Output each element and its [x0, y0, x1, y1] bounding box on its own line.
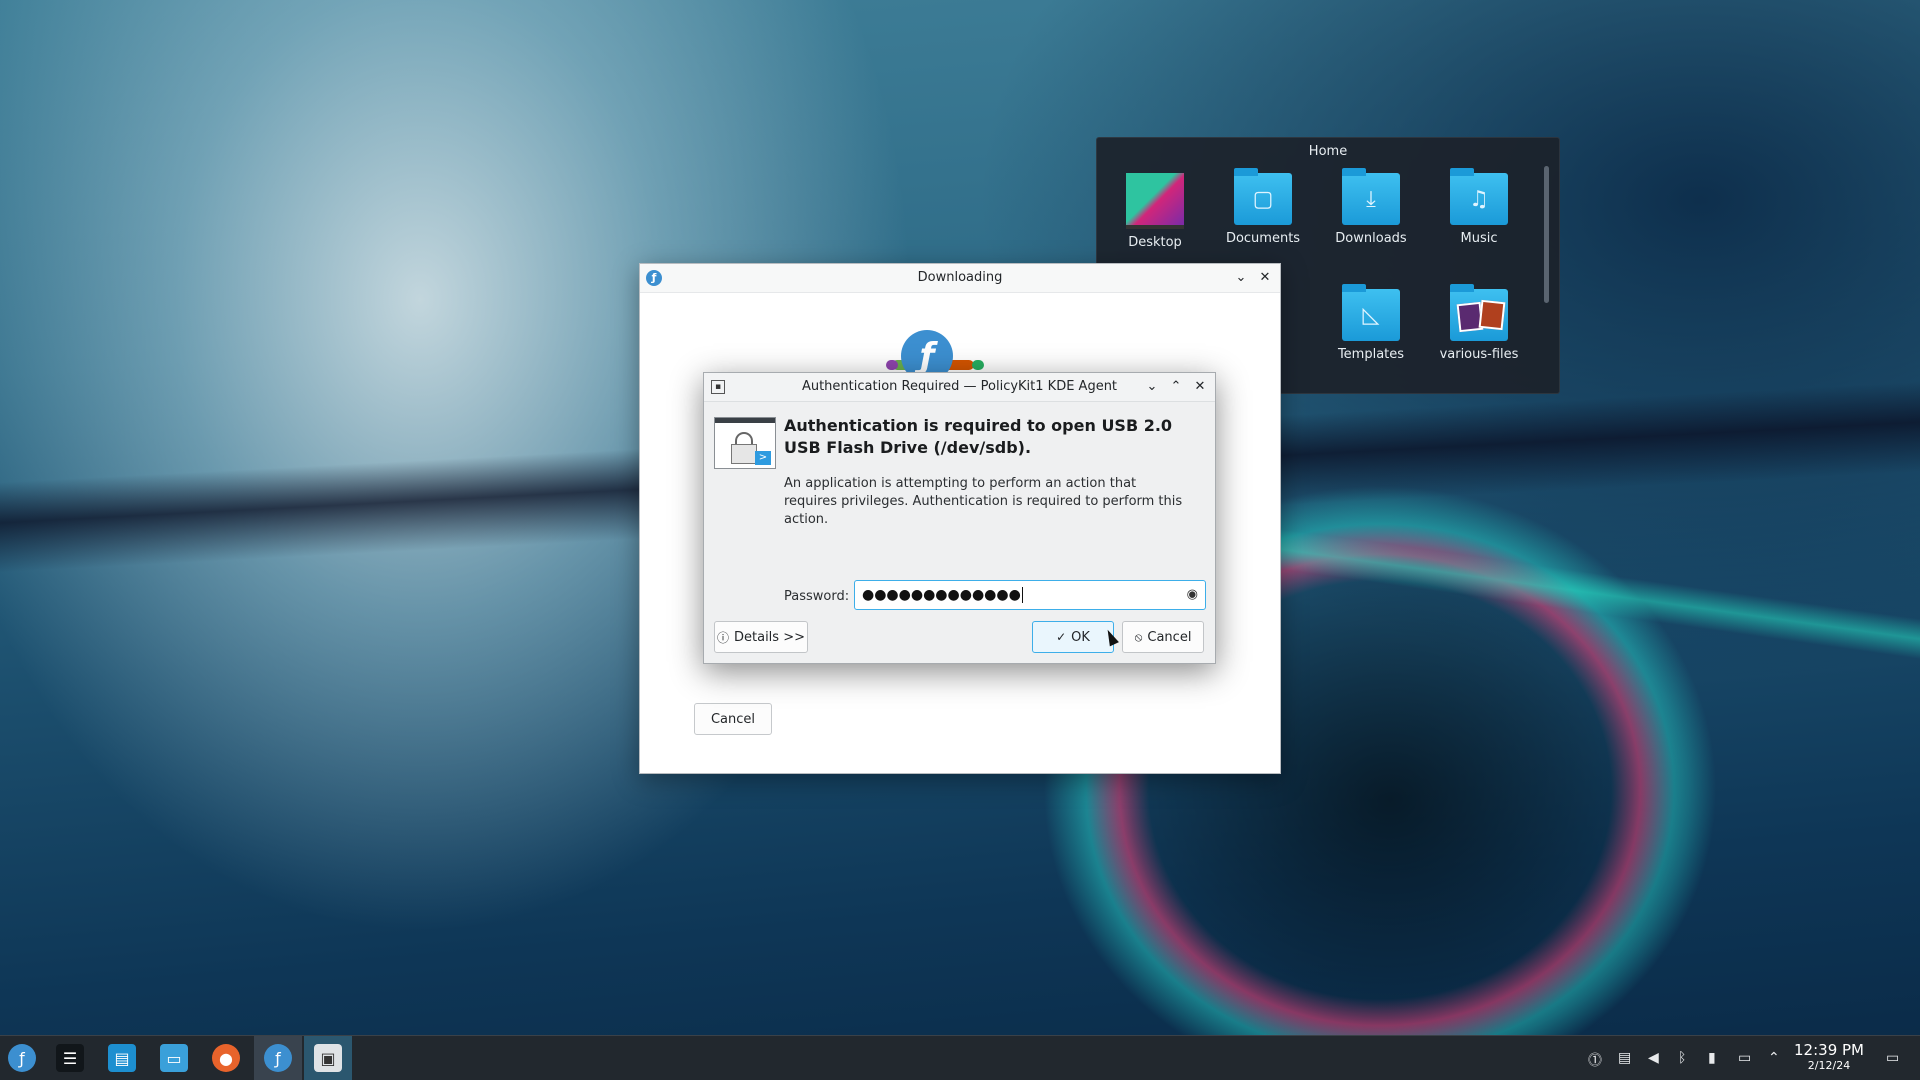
volume-icon[interactable]: ◀	[1648, 1050, 1659, 1066]
network-icon[interactable]: ▭	[1738, 1050, 1751, 1066]
folder-widget-scrollbar[interactable]	[1544, 166, 1549, 303]
window-title: Downloading	[917, 270, 1003, 285]
folder-label: various-files	[1439, 347, 1519, 362]
folder-downloads[interactable]: ⤓ Downloads	[1317, 168, 1425, 246]
close-icon[interactable]: ✕	[1256, 269, 1274, 287]
cancel-label: Cancel	[1147, 629, 1192, 645]
tray-expand-chevron-icon[interactable]: ⌃	[1768, 1050, 1780, 1066]
auth-dialog-title: Authentication Required — PolicyKit1 KDE…	[801, 379, 1118, 394]
ok-label: OK	[1071, 629, 1090, 645]
logo-bar-green-right	[972, 360, 984, 370]
close-icon[interactable]: ✕	[1191, 378, 1209, 396]
downloading-titlebar[interactable]: ƒ Downloading ⌄ ✕	[640, 264, 1280, 293]
auth-dialog[interactable]: ▪ Authentication Required — PolicyKit1 K…	[703, 372, 1216, 664]
lock-icon: >	[714, 417, 776, 469]
ok-button[interactable]: ✓ OK	[1032, 621, 1114, 653]
maximize-icon[interactable]: ⌃	[1167, 378, 1185, 396]
details-label: Details >>	[734, 629, 805, 645]
folder-music[interactable]: ♫ Music	[1425, 168, 1533, 246]
various-files-folder-icon	[1450, 284, 1508, 341]
usb-device-icon[interactable]: ▮	[1708, 1050, 1716, 1066]
text-caret	[1021, 587, 1023, 603]
system-settings-icon[interactable]: ☰	[56, 1044, 84, 1072]
logo-bar-purple	[886, 360, 898, 370]
downloads-folder-icon: ⤓	[1342, 168, 1400, 225]
folder-templates[interactable]: ◺ Templates	[1317, 284, 1425, 362]
fedora-launcher-icon[interactable]: ƒ	[8, 1044, 36, 1072]
clock-time: 12:39 PM	[1794, 1041, 1864, 1059]
auth-agent-task-icon[interactable]: ▣	[314, 1044, 342, 1072]
folder-various-files[interactable]: various-files	[1425, 284, 1533, 362]
clock[interactable]: 12:39 PM 2/12/24	[1794, 1041, 1864, 1072]
password-label: Password:	[784, 589, 850, 604]
music-folder-icon: ♫	[1450, 168, 1508, 225]
password-value: ●●●●●●●●●●●●●	[862, 587, 1021, 603]
folder-documents[interactable]: ▢ Documents	[1209, 168, 1317, 246]
checkmark-icon: ✓	[1056, 630, 1067, 644]
minimize-icon[interactable]: ⌄	[1232, 269, 1250, 287]
clock-date: 2/12/24	[1807, 1059, 1851, 1072]
bluetooth-icon[interactable]: ᛒ	[1678, 1050, 1686, 1066]
auth-description: An application is attempting to perform …	[784, 476, 1183, 527]
discover-store-icon[interactable]: ▤	[108, 1044, 136, 1072]
minimize-icon[interactable]: ⌄	[1143, 378, 1161, 396]
folder-label: Desktop	[1128, 235, 1182, 250]
info-icon: ⓘ	[716, 630, 729, 645]
show-password-eye-icon[interactable]: ◉	[1187, 587, 1198, 602]
folder-desktop[interactable]: Desktop	[1101, 173, 1209, 250]
fedora-media-writer-icon[interactable]: ƒ	[264, 1044, 292, 1072]
folder-label: Downloads	[1335, 231, 1407, 246]
password-field[interactable]: ●●●●●●●●●●●●● ◉	[854, 580, 1206, 610]
cancel-button[interactable]: ⦸ Cancel	[1122, 621, 1204, 653]
documents-folder-icon: ▢	[1234, 168, 1292, 225]
update-notifier-icon[interactable]: ⓵	[1588, 1050, 1602, 1070]
folder-label: Templates	[1337, 347, 1405, 362]
show-desktop-icon[interactable]: ▭	[1886, 1050, 1899, 1066]
taskbar: ƒ ☰ ▤ ▭ ● ƒ ▣ ⓵ ▤ ◀ ᛒ ▮ ▭ ⌃ 12:39 PM 2/1…	[0, 1035, 1920, 1080]
auth-heading: Authentication is required to open USB 2…	[784, 416, 1173, 457]
download-cancel-button[interactable]: Cancel	[694, 703, 772, 735]
firefox-icon[interactable]: ●	[212, 1044, 240, 1072]
clipboard-icon[interactable]: ▤	[1618, 1050, 1631, 1066]
file-manager-icon[interactable]: ▭	[160, 1044, 188, 1072]
templates-folder-icon: ◺	[1342, 284, 1400, 341]
cancel-circle-icon: ⦸	[1134, 629, 1143, 644]
auth-titlebar[interactable]: ▪ Authentication Required — PolicyKit1 K…	[704, 373, 1215, 402]
desktop-folder-icon	[1126, 173, 1184, 229]
folder-widget-title: Home	[1308, 144, 1348, 159]
folder-label: Documents	[1225, 231, 1301, 246]
folder-label: Music	[1460, 231, 1498, 246]
details-button[interactable]: ⓘ Details >>	[714, 621, 808, 653]
